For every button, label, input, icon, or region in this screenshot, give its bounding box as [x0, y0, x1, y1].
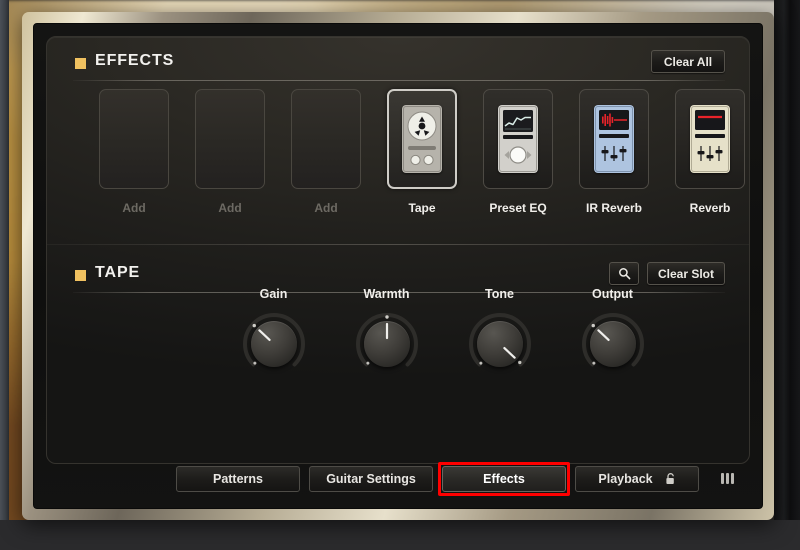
- slot-title: TAPE: [95, 264, 141, 281]
- effect-slot-label: IR Reverb: [585, 201, 643, 215]
- knob-output[interactable]: Output: [556, 287, 669, 407]
- effect-slot-1[interactable]: Add: [99, 89, 169, 221]
- search-preset-button[interactable]: [609, 262, 639, 285]
- knob-cap: [250, 321, 297, 367]
- knob-cap: [363, 321, 410, 367]
- reverb-pedal-icon: [690, 105, 730, 173]
- effect-slot-label: Tape: [408, 201, 436, 215]
- tab-label: Patterns: [212, 472, 264, 486]
- piano-keys-icon[interactable]: [719, 470, 736, 492]
- knob-control[interactable]: [354, 313, 420, 375]
- effect-slot-label: Add: [122, 201, 146, 215]
- tab-group: Patterns Guitar Settings Effects Playback: [176, 466, 699, 492]
- tab-effects[interactable]: Effects: [442, 466, 566, 492]
- effect-slot-4[interactable]: Tape: [387, 89, 457, 221]
- clear-slot-button[interactable]: Clear Slot: [647, 262, 725, 285]
- effect-slot-box[interactable]: [291, 89, 361, 189]
- effects-title: EFFECTS: [95, 52, 175, 69]
- knob-label: Warmth: [363, 287, 410, 301]
- knob-warmth[interactable]: Warmth: [330, 287, 443, 407]
- clear-all-button[interactable]: Clear All: [651, 50, 725, 73]
- knob-control[interactable]: [241, 313, 307, 375]
- tab-guitar-settings[interactable]: Guitar Settings: [309, 466, 433, 492]
- knob-cap: [476, 321, 523, 367]
- effect-slot-box[interactable]: [99, 89, 169, 189]
- knob-label: Tone: [485, 287, 514, 301]
- knob-gain[interactable]: Gain: [217, 287, 330, 407]
- tab-label: Guitar Settings: [326, 472, 416, 486]
- effect-slot-row: Add Add Add Tape Preset EQ IR Reverb Rev…: [99, 89, 759, 221]
- slot-bullet-icon: [75, 270, 86, 281]
- knob-row: Gain Warmth Tone Output: [99, 287, 759, 407]
- knob-tone[interactable]: Tone: [443, 287, 556, 407]
- effect-slot-box[interactable]: [675, 89, 745, 189]
- effect-slot-label: Add: [218, 201, 242, 215]
- lock-icon: [666, 473, 674, 484]
- effect-slot-box[interactable]: [483, 89, 553, 189]
- knob-label: Output: [592, 287, 633, 301]
- effects-header: EFFECTS Clear All: [73, 47, 725, 81]
- effects-bullet-icon: [75, 58, 86, 69]
- tab-label: Playback: [598, 472, 653, 486]
- ir-reverb-pedal-icon: [594, 105, 634, 173]
- effect-slot-box[interactable]: [195, 89, 265, 189]
- plugin-panel: EFFECTS Clear All Add Add Add Tape Prese…: [33, 23, 763, 509]
- knob-cap: [589, 321, 636, 367]
- effect-slot-6[interactable]: IR Reverb: [579, 89, 649, 221]
- tab-patterns[interactable]: Patterns: [176, 466, 300, 492]
- effect-slot-5[interactable]: Preset EQ: [483, 89, 553, 221]
- magnifier-icon: [618, 268, 630, 280]
- tab-label: Effects: [483, 472, 525, 486]
- effect-slot-box[interactable]: [387, 89, 457, 189]
- background-left-edge: [0, 0, 9, 520]
- knob-control[interactable]: [467, 313, 533, 375]
- tab-playback[interactable]: Playback: [575, 466, 699, 492]
- knob-label: Gain: [259, 287, 288, 301]
- knob-control[interactable]: [580, 313, 646, 375]
- effect-slot-3[interactable]: Add: [291, 89, 361, 221]
- effect-slot-label: Add: [314, 201, 338, 215]
- tape-pedal-icon: [402, 105, 442, 173]
- effect-slot-7[interactable]: Reverb: [675, 89, 745, 221]
- effect-slot-2[interactable]: Add: [195, 89, 265, 221]
- effects-header-rule: [73, 80, 725, 81]
- effect-slot-label: Preset EQ: [489, 201, 547, 215]
- background-right-edge: [774, 0, 800, 520]
- effect-slot-label: Reverb: [689, 201, 731, 215]
- tab-bar: Patterns Guitar Settings Effects Playback: [46, 462, 750, 496]
- background-bottom-strip: [0, 520, 800, 550]
- preset-eq-pedal-icon: [498, 105, 538, 173]
- plugin-window-frame: EFFECTS Clear All Add Add Add Tape Prese…: [22, 12, 774, 520]
- effect-slot-box[interactable]: [579, 89, 649, 189]
- effects-board: EFFECTS Clear All Add Add Add Tape Prese…: [46, 36, 750, 464]
- section-divider: [47, 244, 749, 245]
